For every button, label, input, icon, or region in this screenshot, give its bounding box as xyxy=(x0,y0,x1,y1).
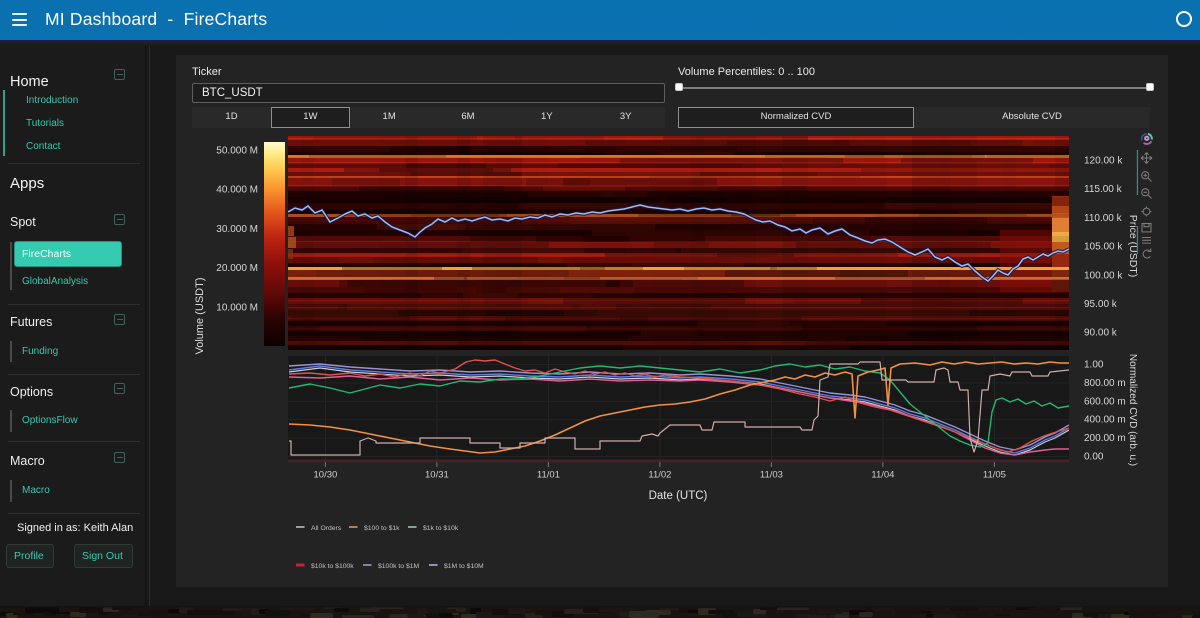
svg-text:90.00 k: 90.00 k xyxy=(1084,328,1118,339)
svg-text:$10k to $100k: $10k to $100k xyxy=(311,563,354,570)
svg-text:0.00: 0.00 xyxy=(1084,452,1104,463)
svg-text:600.00 m: 600.00 m xyxy=(1084,396,1126,407)
svg-text:$1k to $10k: $1k to $10k xyxy=(423,525,459,532)
svg-text:Date (UTC): Date (UTC) xyxy=(649,490,708,502)
svg-text:100.00 k: 100.00 k xyxy=(1084,270,1123,281)
svg-text:1.00: 1.00 xyxy=(1084,360,1104,371)
svg-text:95.00 k: 95.00 k xyxy=(1084,299,1118,310)
svg-text:All Orders: All Orders xyxy=(311,525,342,532)
svg-text:115.00 k: 115.00 k xyxy=(1084,184,1123,195)
svg-text:800.00 m: 800.00 m xyxy=(1084,378,1126,389)
svg-text:11/02: 11/02 xyxy=(648,470,671,481)
svg-text:400.00 m: 400.00 m xyxy=(1084,415,1126,426)
svg-text:10.000 M: 10.000 M xyxy=(216,302,258,313)
svg-text:105.00 k: 105.00 k xyxy=(1084,242,1123,253)
svg-text:110.00 k: 110.00 k xyxy=(1084,213,1123,224)
svg-text:120.00 k: 120.00 k xyxy=(1084,156,1123,167)
svg-text:11/03: 11/03 xyxy=(760,470,783,481)
svg-text:30.000 M: 30.000 M xyxy=(216,224,258,235)
svg-text:11/01: 11/01 xyxy=(537,470,560,481)
svg-text:50.000 M: 50.000 M xyxy=(216,146,258,157)
svg-text:$100k to $1M: $100k to $1M xyxy=(378,563,420,570)
svg-text:Normalized CVD (arb. u.): Normalized CVD (arb. u.) xyxy=(1127,354,1138,466)
svg-text:Volume (USDT): Volume (USDT) xyxy=(194,277,206,354)
svg-text:200.00 m: 200.00 m xyxy=(1084,433,1126,444)
svg-text:11/05: 11/05 xyxy=(983,470,1006,481)
svg-text:$100 to $1k: $100 to $1k xyxy=(364,525,400,532)
svg-text:$1M to $10M: $1M to $10M xyxy=(444,563,484,570)
svg-text:10/31: 10/31 xyxy=(425,470,449,481)
svg-text:11/04: 11/04 xyxy=(871,470,894,481)
svg-text:10/30: 10/30 xyxy=(314,470,338,481)
svg-text:40.000 M: 40.000 M xyxy=(216,185,258,196)
svg-text:20.000 M: 20.000 M xyxy=(216,263,258,274)
